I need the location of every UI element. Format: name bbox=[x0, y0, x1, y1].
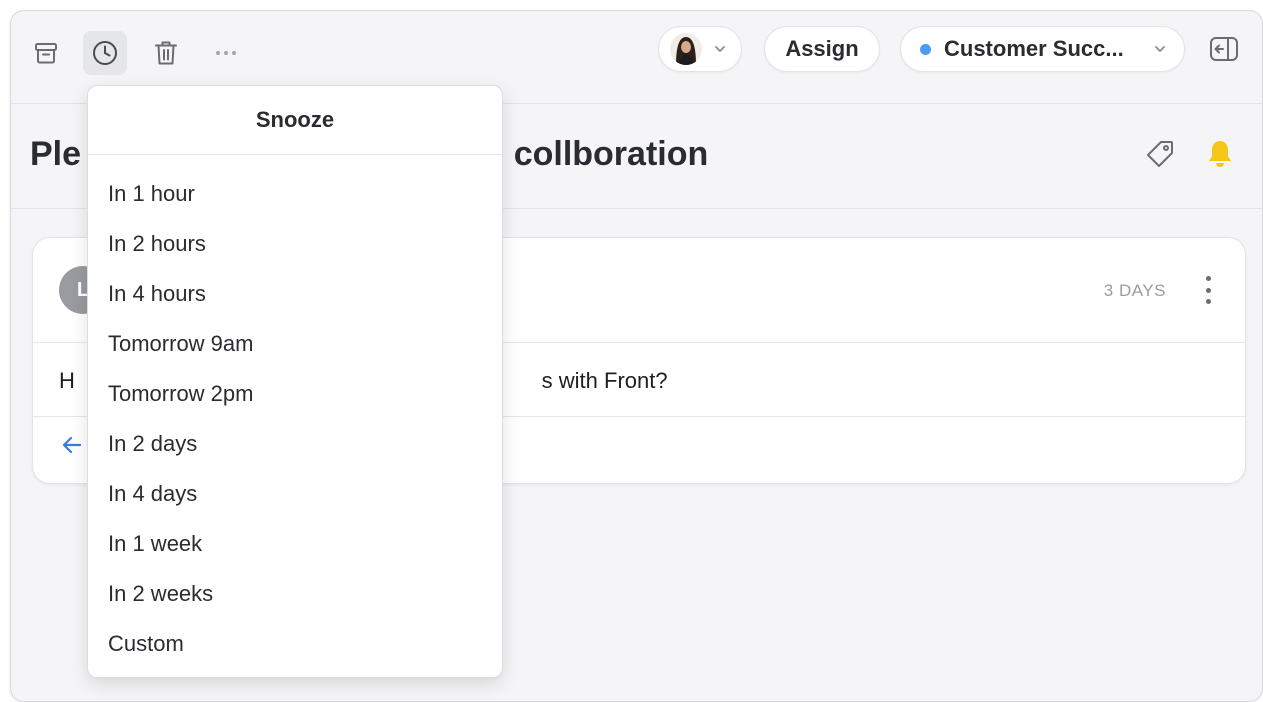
team-label: Customer Succ... bbox=[944, 36, 1124, 61]
archive-icon bbox=[35, 43, 57, 64]
message-timestamp: 3 DAYS bbox=[1103, 281, 1166, 300]
exit-button[interactable] bbox=[1209, 35, 1239, 68]
more-horizontal-icon bbox=[216, 51, 236, 55]
snooze-option[interactable]: Tomorrow 2pm bbox=[88, 369, 502, 419]
message-text-end: s with Front? bbox=[541, 368, 668, 393]
chevron-down-icon bbox=[715, 46, 725, 52]
title-end: collboration bbox=[513, 135, 709, 173]
snooze-option[interactable]: In 2 days bbox=[88, 419, 502, 469]
exit-icon bbox=[1210, 37, 1238, 61]
snooze-title: Snooze bbox=[88, 86, 502, 155]
team-selector[interactable]: Customer Succ... bbox=[900, 26, 1185, 72]
snooze-option[interactable]: In 4 hours bbox=[88, 269, 502, 319]
snooze-button[interactable] bbox=[83, 31, 127, 75]
assignee-selector[interactable] bbox=[658, 26, 742, 72]
bell-icon bbox=[1209, 141, 1231, 167]
snooze-option[interactable]: In 1 hour bbox=[88, 169, 502, 219]
snooze-option[interactable]: In 2 hours bbox=[88, 219, 502, 269]
trash-icon bbox=[155, 41, 177, 65]
snooze-option[interactable]: In 1 week bbox=[88, 519, 502, 569]
avatar bbox=[670, 33, 702, 65]
team-status-dot bbox=[920, 43, 931, 55]
snooze-dropdown: Snooze In 1 hour In 2 hours In 4 hours T… bbox=[87, 85, 503, 678]
tag-icon bbox=[1147, 141, 1173, 167]
reply-arrow-icon bbox=[62, 436, 82, 454]
chevron-down-icon bbox=[1155, 46, 1165, 52]
archive-button[interactable] bbox=[24, 31, 68, 75]
delete-button[interactable] bbox=[144, 31, 188, 75]
clock-icon bbox=[93, 41, 117, 65]
title-start: Ple bbox=[30, 135, 82, 173]
assign-button[interactable]: Assign bbox=[764, 26, 880, 72]
reply-button[interactable] bbox=[61, 436, 82, 459]
message-more-button[interactable] bbox=[1203, 276, 1213, 304]
snooze-option[interactable]: In 2 weeks bbox=[88, 569, 502, 619]
snooze-option[interactable]: Custom bbox=[88, 619, 502, 669]
snooze-option[interactable]: In 4 days bbox=[88, 469, 502, 519]
snooze-options-list: In 1 hour In 2 hours In 4 hours Tomorrow… bbox=[88, 155, 502, 669]
notification-button[interactable] bbox=[1206, 139, 1234, 174]
more-actions-button[interactable] bbox=[205, 31, 249, 75]
snooze-option[interactable]: Tomorrow 9am bbox=[88, 319, 502, 369]
app-window: Assign Customer Succ... Please let me kn… bbox=[10, 10, 1263, 702]
tag-button[interactable] bbox=[1145, 139, 1175, 174]
message-text-start: H bbox=[59, 368, 75, 393]
